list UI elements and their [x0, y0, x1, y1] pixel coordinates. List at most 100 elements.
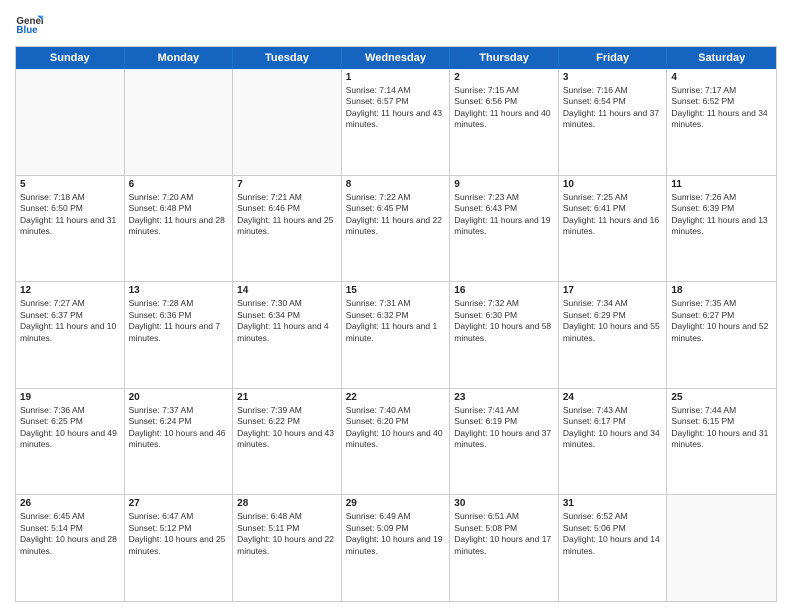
calendar-day-13: 13Sunrise: 7:28 AM Sunset: 6:36 PM Dayli… — [125, 282, 234, 388]
day-number: 16 — [454, 285, 554, 296]
calendar-day-empty — [667, 495, 776, 601]
day-number: 8 — [346, 179, 446, 190]
calendar-day-27: 27 Sunrise: 6:47 AM Sunset: 5:12 PM Dayli… — [125, 495, 234, 601]
day-info: Sunrise: 6:45 AM Sunset: 5:14 PM Dayligh… — [20, 511, 120, 557]
calendar-header-row: SundayMondayTuesdayWednesdayThursdayFrid… — [16, 47, 776, 69]
day-info: Sunrise: 7:32 AM Sunset: 6:30 PM Dayligh… — [454, 298, 554, 344]
day-number: 25 — [671, 392, 772, 403]
calendar: SundayMondayTuesdayWednesdayThursdayFrid… — [15, 46, 777, 602]
calendar-day-16: 16 Sunrise: 7:32 AM Sunset: 6:30 PM Dayli… — [450, 282, 559, 388]
day-number: 13 — [129, 285, 229, 296]
day-info: Sunrise: 7:18 AM Sunset: 6:50 PM Dayligh… — [20, 192, 120, 238]
calendar-day-30: 30Sunrise: 6:51 AM Sunset: 5:08 PM Dayli… — [450, 495, 559, 601]
day-info: Sunrise: 7:17 AM Sunset: 6:52 PM Dayligh… — [671, 85, 772, 131]
calendar-day-24: 24Sunrise: 7:43 AM Sunset: 6:17 PM Dayli… — [559, 389, 668, 495]
calendar-day-10: 10 Sunrise: 7:25 AM Sunset: 6:41 PM Dayli… — [559, 176, 668, 282]
day-info: Sunrise: 7:31 AM Sunset: 6:32 PM Dayligh… — [346, 298, 446, 344]
calendar-day-6: 6 Sunrise: 7:20 AM Sunset: 6:48 PM Daylig… — [125, 176, 234, 282]
calendar-day-17: 17 Sunrise: 7:34 AM Sunset: 6:29 PM Dayli… — [559, 282, 668, 388]
day-number: 27 — [129, 498, 229, 509]
page: General Blue SundayMondayTuesdayWednesda… — [0, 0, 792, 612]
calendar-day-28: 28 Sunrise: 6:48 AM Sunset: 5:11 PM Dayli… — [233, 495, 342, 601]
day-info: Sunrise: 7:40 AM Sunset: 6:20 PM Dayligh… — [346, 405, 446, 451]
day-info: Sunrise: 7:34 AM Sunset: 6:29 PM Dayligh… — [563, 298, 663, 344]
svg-text:Blue: Blue — [16, 25, 38, 36]
day-number: 26 — [20, 498, 120, 509]
day-info: Sunrise: 7:25 AM Sunset: 6:41 PM Dayligh… — [563, 192, 663, 238]
calendar-day-21: 21Sunrise: 7:39 AM Sunset: 6:22 PM Dayli… — [233, 389, 342, 495]
day-info: Sunrise: 6:48 AM Sunset: 5:11 PM Dayligh… — [237, 511, 337, 557]
day-number: 9 — [454, 179, 554, 190]
day-number: 29 — [346, 498, 446, 509]
calendar-day-9: 9 Sunrise: 7:23 AM Sunset: 6:43 PM Daylig… — [450, 176, 559, 282]
day-header-wednesday: Wednesday — [342, 47, 451, 69]
day-info: Sunrise: 7:26 AM Sunset: 6:39 PM Dayligh… — [671, 192, 772, 238]
day-header-tuesday: Tuesday — [233, 47, 342, 69]
calendar-day-1: 1 Sunrise: 7:14 AM Sunset: 6:57 PM Daylig… — [342, 69, 451, 175]
calendar-day-22: 22 Sunrise: 7:40 AM Sunset: 6:20 PM Dayli… — [342, 389, 451, 495]
calendar-day-7: 7 Sunrise: 7:21 AM Sunset: 6:46 PM Daylig… — [233, 176, 342, 282]
day-number: 3 — [563, 72, 663, 83]
day-number: 22 — [346, 392, 446, 403]
day-info: Sunrise: 7:22 AM Sunset: 6:45 PM Dayligh… — [346, 192, 446, 238]
calendar-day-12: 12 Sunrise: 7:27 AM Sunset: 6:37 PM Dayli… — [16, 282, 125, 388]
day-header-thursday: Thursday — [450, 47, 559, 69]
day-info: Sunrise: 7:36 AM Sunset: 6:25 PM Dayligh… — [20, 405, 120, 451]
calendar-day-15: 15 Sunrise: 7:31 AM Sunset: 6:32 PM Dayli… — [342, 282, 451, 388]
calendar-day-20: 20Sunrise: 7:37 AM Sunset: 6:24 PM Dayli… — [125, 389, 234, 495]
day-info: Sunrise: 7:15 AM Sunset: 6:56 PM Dayligh… — [454, 85, 554, 131]
calendar-day-31: 31Sunrise: 6:52 AM Sunset: 5:06 PM Dayli… — [559, 495, 668, 601]
day-info: Sunrise: 7:41 AM Sunset: 6:19 PM Dayligh… — [454, 405, 554, 451]
day-info: Sunrise: 7:21 AM Sunset: 6:46 PM Dayligh… — [237, 192, 337, 238]
day-number: 31 — [563, 498, 663, 509]
calendar-day-empty — [125, 69, 234, 175]
day-info: Sunrise: 7:27 AM Sunset: 6:37 PM Dayligh… — [20, 298, 120, 344]
day-info: Sunrise: 6:47 AM Sunset: 5:12 PM Dayligh… — [129, 511, 229, 557]
calendar-week-1: 5 Sunrise: 7:18 AM Sunset: 6:50 PM Daylig… — [16, 176, 776, 283]
day-info: Sunrise: 7:14 AM Sunset: 6:57 PM Dayligh… — [346, 85, 446, 131]
day-number: 7 — [237, 179, 337, 190]
day-number: 12 — [20, 285, 120, 296]
calendar-day-29: 29 Sunrise: 6:49 AM Sunset: 5:09 PM Dayli… — [342, 495, 451, 601]
day-header-saturday: Saturday — [667, 47, 776, 69]
day-info: Sunrise: 7:39 AM Sunset: 6:22 PM Dayligh… — [237, 405, 337, 451]
day-number: 15 — [346, 285, 446, 296]
day-header-friday: Friday — [559, 47, 668, 69]
day-number: 10 — [563, 179, 663, 190]
day-info: Sunrise: 7:30 AM Sunset: 6:34 PM Dayligh… — [237, 298, 337, 344]
calendar-day-3: 3Sunrise: 7:16 AM Sunset: 6:54 PM Daylig… — [559, 69, 668, 175]
day-number: 4 — [671, 72, 772, 83]
day-header-sunday: Sunday — [16, 47, 125, 69]
day-number: 17 — [563, 285, 663, 296]
calendar-day-empty — [16, 69, 125, 175]
day-number: 24 — [563, 392, 663, 403]
day-number: 1 — [346, 72, 446, 83]
day-number: 28 — [237, 498, 337, 509]
day-number: 5 — [20, 179, 120, 190]
calendar-week-4: 26 Sunrise: 6:45 AM Sunset: 5:14 PM Dayli… — [16, 495, 776, 601]
calendar-day-14: 14 Sunrise: 7:30 AM Sunset: 6:34 PM Dayli… — [233, 282, 342, 388]
logo-icon: General Blue — [15, 10, 43, 38]
calendar-week-0: 1 Sunrise: 7:14 AM Sunset: 6:57 PM Daylig… — [16, 69, 776, 176]
day-info: Sunrise: 6:49 AM Sunset: 5:09 PM Dayligh… — [346, 511, 446, 557]
day-header-monday: Monday — [125, 47, 234, 69]
header: General Blue — [15, 10, 777, 38]
calendar-day-19: 19Sunrise: 7:36 AM Sunset: 6:25 PM Dayli… — [16, 389, 125, 495]
calendar-day-18: 18Sunrise: 7:35 AM Sunset: 6:27 PM Dayli… — [667, 282, 776, 388]
day-number: 2 — [454, 72, 554, 83]
calendar-day-4: 4 Sunrise: 7:17 AM Sunset: 6:52 PM Daylig… — [667, 69, 776, 175]
calendar-day-11: 11Sunrise: 7:26 AM Sunset: 6:39 PM Dayli… — [667, 176, 776, 282]
day-info: Sunrise: 7:44 AM Sunset: 6:15 PM Dayligh… — [671, 405, 772, 451]
calendar-body: 1 Sunrise: 7:14 AM Sunset: 6:57 PM Daylig… — [16, 69, 776, 601]
calendar-day-5: 5 Sunrise: 7:18 AM Sunset: 6:50 PM Daylig… — [16, 176, 125, 282]
day-info: Sunrise: 7:23 AM Sunset: 6:43 PM Dayligh… — [454, 192, 554, 238]
calendar-week-2: 12 Sunrise: 7:27 AM Sunset: 6:37 PM Dayli… — [16, 282, 776, 389]
day-number: 14 — [237, 285, 337, 296]
day-number: 20 — [129, 392, 229, 403]
calendar-day-2: 2 Sunrise: 7:15 AM Sunset: 6:56 PM Daylig… — [450, 69, 559, 175]
day-number: 6 — [129, 179, 229, 190]
calendar-day-23: 23Sunrise: 7:41 AM Sunset: 6:19 PM Dayli… — [450, 389, 559, 495]
day-info: Sunrise: 6:51 AM Sunset: 5:08 PM Dayligh… — [454, 511, 554, 557]
calendar-day-26: 26 Sunrise: 6:45 AM Sunset: 5:14 PM Dayli… — [16, 495, 125, 601]
day-info: Sunrise: 7:20 AM Sunset: 6:48 PM Dayligh… — [129, 192, 229, 238]
